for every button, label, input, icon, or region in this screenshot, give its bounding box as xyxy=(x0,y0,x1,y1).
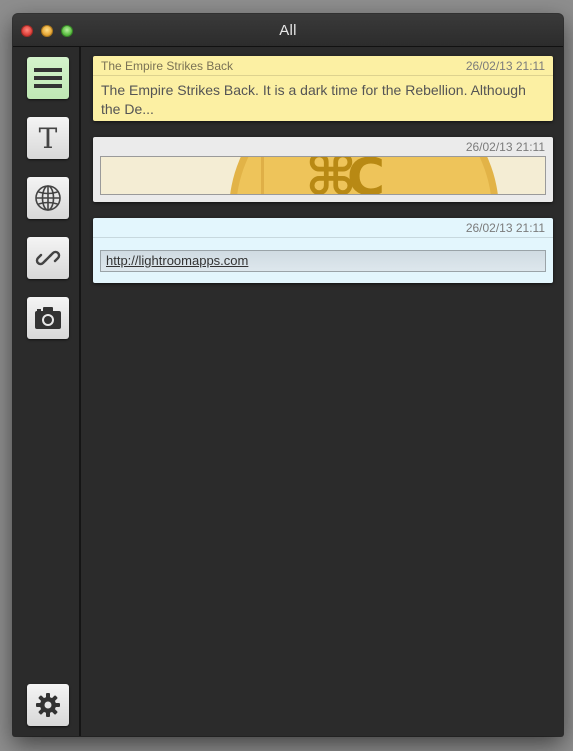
sidebar-item-image[interactable] xyxy=(27,297,69,339)
note-date: 26/02/13 21:11 xyxy=(465,221,545,235)
text-icon: T xyxy=(35,124,61,152)
card-header: 26/02/13 21:11 xyxy=(93,137,553,156)
gear-icon xyxy=(35,692,61,718)
sidebar-item-all[interactable] xyxy=(27,57,69,99)
sidebar-item-web[interactable] xyxy=(27,177,69,219)
link-url-field[interactable]: http://lightroomapps.com xyxy=(100,250,546,272)
camera-icon xyxy=(34,306,62,330)
title-bar: All xyxy=(13,14,563,47)
settings-button[interactable] xyxy=(27,684,69,726)
note-date: 26/02/13 21:11 xyxy=(465,140,545,154)
text-note-card[interactable]: The Empire Strikes Back 26/02/13 21:11 T… xyxy=(93,56,553,121)
app-window: All T The Empire Strikes Back 26/02/13 2… xyxy=(13,14,563,736)
image-thumbnail: ⌘ C xyxy=(100,156,546,195)
card-header: The Empire Strikes Back 26/02/13 21:11 xyxy=(93,56,553,76)
window-title: All xyxy=(279,22,297,39)
link-url[interactable]: http://lightroomapps.com xyxy=(106,253,248,268)
note-title: The Empire Strikes Back xyxy=(101,59,234,73)
image-note-card[interactable]: 26/02/13 21:11 ⌘ C xyxy=(93,137,553,202)
sidebar: T xyxy=(13,47,81,736)
sidebar-item-text[interactable]: T xyxy=(27,117,69,159)
svg-text:T: T xyxy=(39,124,58,152)
notes-list: The Empire Strikes Back 26/02/13 21:11 T… xyxy=(81,47,563,736)
link-note-card[interactable]: 26/02/13 21:11 http://lightroomapps.com xyxy=(93,218,553,283)
note-date: 26/02/13 21:11 xyxy=(465,59,545,73)
note-preview-text: The Empire Strikes Back. It is a dark ti… xyxy=(101,82,526,117)
globe-icon xyxy=(34,184,62,212)
svg-text:C: C xyxy=(347,157,385,195)
card-header: 26/02/13 21:11 xyxy=(93,218,553,238)
sidebar-item-link[interactable] xyxy=(27,237,69,279)
link-icon xyxy=(35,245,61,271)
list-icon xyxy=(34,67,62,89)
